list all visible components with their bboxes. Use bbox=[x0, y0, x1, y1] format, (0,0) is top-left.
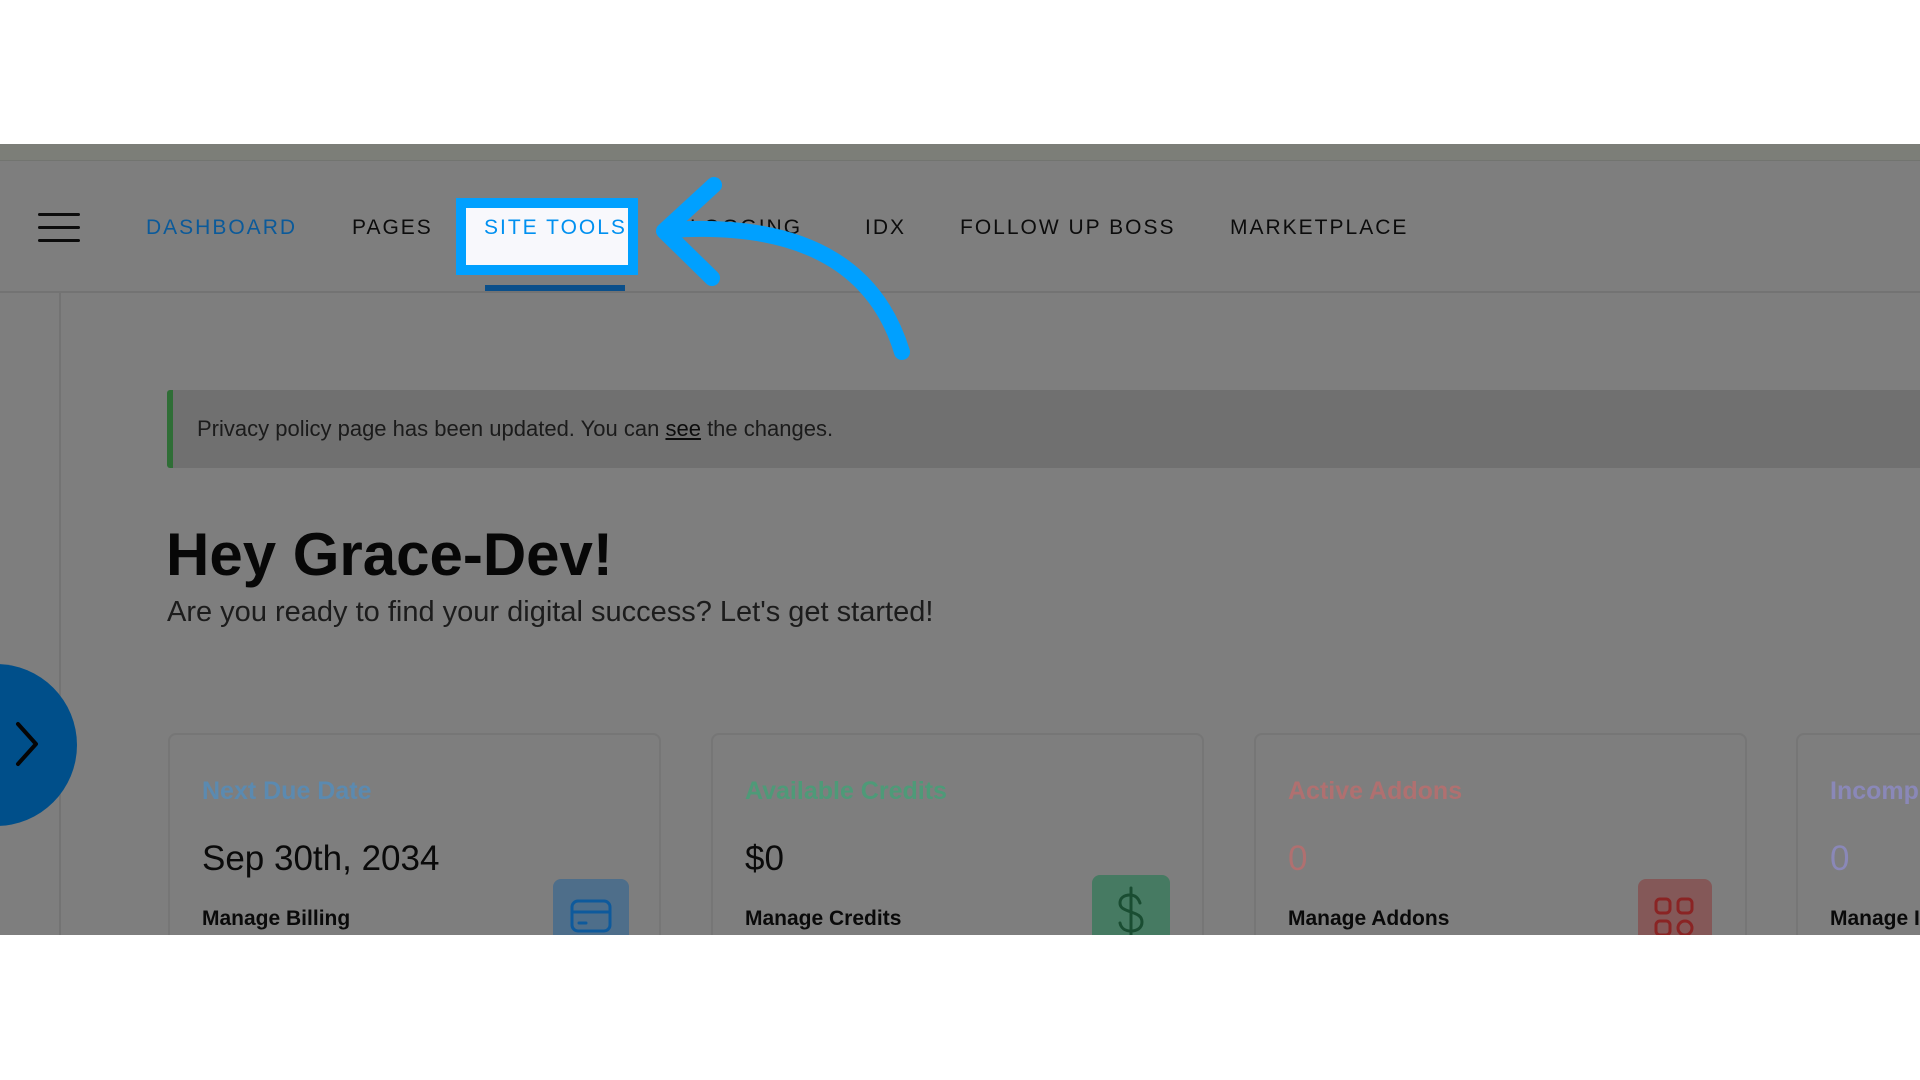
nav-pages[interactable]: PAGES bbox=[352, 216, 433, 240]
banner-text-after: the changes. bbox=[700, 416, 834, 441]
card-incomplete: Incomp 0 Manage I bbox=[1796, 733, 1920, 935]
card-value: 0 bbox=[1830, 839, 1850, 878]
top-navbar: DASHBOARD PAGES SITE TOOLS BLOGGING IDX … bbox=[0, 161, 1920, 293]
card-available-credits: Available Credits $0 Manage Credits bbox=[711, 733, 1204, 935]
banner-text-before: Privacy policy page has been updated. Yo… bbox=[197, 416, 666, 441]
card-title: Active Addons bbox=[1288, 777, 1463, 805]
manage-billing-link[interactable]: Manage Billing bbox=[202, 907, 350, 931]
nav-site-tools[interactable]: SITE TOOLS bbox=[484, 216, 627, 240]
card-next-due-date: Next Due Date Sep 30th, 2034 Manage Bill… bbox=[168, 733, 661, 935]
chevron-right-icon bbox=[16, 722, 38, 766]
card-value: $0 bbox=[745, 839, 784, 878]
banner-text: Privacy policy page has been updated. Yo… bbox=[197, 416, 833, 442]
nav-follow-up-boss[interactable]: FOLLOW UP BOSS bbox=[960, 216, 1176, 240]
nav-marketplace[interactable]: MARKETPLACE bbox=[1230, 216, 1408, 240]
manage-credits-link[interactable]: Manage Credits bbox=[745, 907, 901, 931]
nav-idx[interactable]: IDX bbox=[865, 216, 906, 240]
card-value: Sep 30th, 2034 bbox=[202, 839, 440, 878]
banner-see-link[interactable]: see bbox=[665, 416, 700, 441]
browser-top-strip bbox=[0, 144, 1920, 161]
manage-incomplete-link[interactable]: Manage I bbox=[1830, 907, 1920, 931]
credits-icon-box[interactable] bbox=[1092, 875, 1170, 935]
left-sidebar-rail bbox=[0, 293, 61, 935]
card-title: Available Credits bbox=[745, 777, 947, 805]
billing-icon-box[interactable] bbox=[553, 879, 629, 935]
app-screen: DASHBOARD PAGES SITE TOOLS BLOGGING IDX … bbox=[0, 144, 1920, 935]
nav-blogging[interactable]: BLOGGING bbox=[674, 216, 802, 240]
sidebar-expand-button[interactable] bbox=[0, 664, 77, 826]
manage-addons-link[interactable]: Manage Addons bbox=[1288, 907, 1449, 931]
notice-banner: Privacy policy page has been updated. Yo… bbox=[167, 390, 1920, 468]
dollar-icon bbox=[1118, 886, 1144, 935]
card-active-addons: Active Addons 0 Manage Addons bbox=[1254, 733, 1747, 935]
card-title: Incomp bbox=[1830, 777, 1919, 805]
card-value: 0 bbox=[1288, 839, 1308, 878]
page-subtitle: Are you ready to find your digital succe… bbox=[167, 596, 934, 628]
active-tab-underline bbox=[485, 285, 625, 291]
nav-dashboard[interactable]: DASHBOARD bbox=[146, 216, 297, 240]
credit-card-icon bbox=[570, 899, 612, 933]
addons-icon-box[interactable] bbox=[1638, 879, 1712, 935]
hamburger-icon[interactable] bbox=[38, 213, 80, 243]
bottom-white-margin bbox=[0, 935, 1920, 1080]
page-title: Hey Grace-Dev! bbox=[166, 521, 613, 588]
card-title: Next Due Date bbox=[202, 777, 372, 805]
grid-icon bbox=[1654, 897, 1694, 935]
